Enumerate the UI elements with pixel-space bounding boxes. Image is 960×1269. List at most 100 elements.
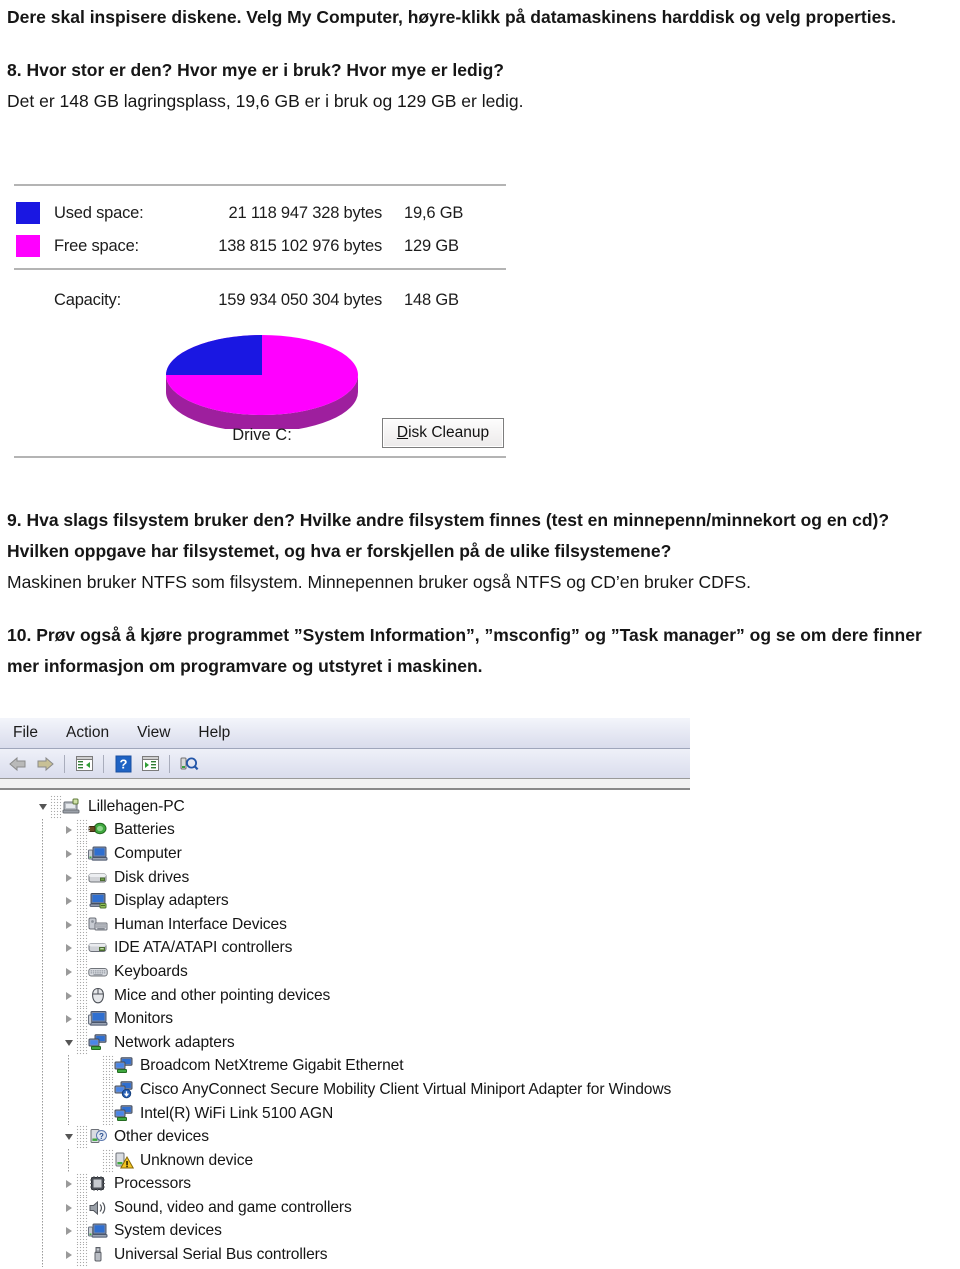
device-tree-item[interactable]: Lillehagen-PC [0, 795, 690, 819]
expand-collapse-chevron-right-icon[interactable] [62, 873, 76, 882]
device-tree-item[interactable]: Display adapters [0, 889, 690, 913]
device-manager-menubar: File Action View Help [0, 718, 690, 749]
device-tree-item[interactable]: Network adapters [0, 1030, 690, 1055]
expand-collapse-chevron-right-icon[interactable] [62, 826, 76, 835]
device-tree-item-label: Mice and other pointing devices [114, 986, 331, 1004]
device-tree-item[interactable]: Cisco AnyConnect Secure Mobility Client … [0, 1078, 690, 1102]
expand-collapse-chevron-right-icon[interactable] [62, 991, 76, 1000]
device-tree-item-label: Human Interface Devices [114, 915, 287, 933]
unknown-device-warning-icon [114, 1152, 134, 1170]
capacity-size: 148 GB [404, 290, 459, 309]
device-tree-item[interactable]: Intel(R) WiFi Link 5100 AGN [0, 1101, 690, 1126]
device-tree-item[interactable]: Unknown device [0, 1148, 690, 1173]
device-manager-window: File Action View Help ? Lillehagen-PC Ba… [0, 718, 690, 1269]
device-tree-item-label: Processors [114, 1175, 191, 1193]
device-tree-item[interactable]: IDE ATA/ATAPI controllers [0, 936, 690, 961]
device-tree[interactable]: Lillehagen-PC Batteries Computer Disk drive… [0, 790, 690, 1267]
device-tree-item[interactable]: Monitors [0, 1007, 690, 1031]
capacity-label: Capacity: [54, 290, 121, 309]
free-space-label: Free space: [54, 236, 139, 255]
expand-collapse-chevron-right-icon[interactable] [62, 967, 76, 976]
used-space-label: Used space: [54, 203, 144, 222]
disk-usage-pie-chart [162, 319, 362, 432]
device-tree-item-label: Intel(R) WiFi Link 5100 AGN [140, 1104, 334, 1122]
tree-connector-line [76, 983, 88, 1008]
device-tree-item-label: Keyboards [114, 962, 188, 980]
tree-connector-line [76, 936, 88, 961]
device-tree-item[interactable]: Human Interface Devices [0, 912, 690, 937]
tree-guide-network-adapters [68, 1054, 69, 1126]
question-9-heading: 9. Hva slags filsystem bruker den? Hvilk… [7, 510, 890, 561]
properties-icon[interactable] [138, 752, 162, 775]
panel-divider-top [14, 184, 506, 186]
forward-arrow-icon[interactable] [33, 752, 57, 775]
menu-item-help[interactable]: Help [195, 722, 233, 744]
panel-divider-middle [14, 268, 506, 270]
device-tree-item-label: Other devices [114, 1128, 209, 1146]
help-icon[interactable]: ? [111, 752, 135, 775]
mouse-icon [88, 987, 108, 1005]
device-tree-item-label: Unknown device [140, 1151, 254, 1169]
device-tree-item[interactable]: Sound, video and game controllers [0, 1196, 690, 1220]
disk-cleanup-button[interactable]: Disk Cleanup [382, 418, 504, 448]
device-tree-item-label: Disk drives [114, 868, 190, 886]
menu-item-action[interactable]: Action [63, 722, 112, 744]
expand-collapse-chevron-right-icon[interactable] [62, 1015, 76, 1024]
expand-collapse-chevron-right-icon[interactable] [62, 1251, 76, 1260]
expand-collapse-chevron-right-icon[interactable] [62, 920, 76, 929]
usb-icon [88, 1246, 108, 1264]
capacity-swatch-placeholder [16, 289, 40, 311]
expand-collapse-chevron-down-icon[interactable] [36, 803, 50, 810]
tree-connector-line [76, 912, 88, 937]
toolbar-separator-2 [103, 754, 104, 773]
question-10-heading: 10. Prøv også å kjøre programmet ”System… [7, 625, 922, 676]
disk-properties-panel: Used space: 21 118 947 328 bytes 19,6 GB… [14, 184, 506, 462]
menu-item-file[interactable]: File [10, 722, 41, 744]
document-body: Dere skal inspisere diskene. Velg My Com… [7, 2, 953, 117]
free-space-bytes: 138 815 102 976 bytes [218, 236, 382, 255]
device-tree-item[interactable]: Disk drives [0, 865, 690, 890]
expand-collapse-chevron-down-icon[interactable] [62, 1039, 76, 1046]
device-tree-item-label: System devices [114, 1222, 222, 1240]
paragraph-spacer-2 [7, 598, 953, 620]
used-space-size: 19,6 GB [404, 203, 464, 222]
tree-connector-line [50, 795, 62, 819]
computer-root-icon [62, 798, 82, 816]
tree-connector-line [76, 1196, 88, 1220]
expand-collapse-chevron-right-icon[interactable] [62, 944, 76, 953]
expand-collapse-chevron-right-icon[interactable] [62, 1227, 76, 1236]
processor-icon [88, 1175, 108, 1193]
capacity-row: Capacity: 159 934 050 304 bytes 148 GB [14, 284, 506, 316]
show-console-tree-icon[interactable] [72, 752, 96, 775]
device-tree-item[interactable]: Batteries [0, 818, 690, 843]
network-adapter-icon [114, 1057, 134, 1075]
device-tree-item[interactable]: Computer [0, 842, 690, 866]
system-device-icon [88, 1222, 108, 1240]
expand-collapse-chevron-right-icon[interactable] [62, 849, 76, 858]
tree-connector-line [102, 1054, 114, 1079]
device-tree-item[interactable]: Universal Serial Bus controllers [0, 1243, 690, 1267]
device-tree-item[interactable]: Keyboards [0, 960, 690, 984]
used-space-color-swatch [16, 202, 40, 224]
expand-collapse-chevron-right-icon[interactable] [62, 1203, 76, 1212]
expand-collapse-chevron-down-icon[interactable] [62, 1134, 76, 1141]
device-tree-item[interactable]: Broadcom NetXtreme Gigabit Ethernet [0, 1054, 690, 1079]
used-space-row: Used space: 21 118 947 328 bytes 19,6 GB [14, 197, 506, 229]
menu-item-view[interactable]: View [134, 722, 173, 744]
paragraph-intro: Dere skal inspisere diskene. Velg My Com… [7, 7, 896, 27]
document-body-lower: 9. Hva slags filsystem bruker den? Hvilk… [7, 505, 953, 682]
svg-text:?: ? [99, 1132, 104, 1141]
device-tree-item[interactable]: ? Other devices [0, 1125, 690, 1149]
expand-collapse-chevron-right-icon[interactable] [62, 897, 76, 906]
device-tree-item[interactable]: Mice and other pointing devices [0, 983, 690, 1008]
expand-collapse-chevron-right-icon[interactable] [62, 1180, 76, 1189]
tree-connector-line [76, 1172, 88, 1197]
device-tree-item-label: Lillehagen-PC [88, 797, 185, 815]
device-tree-item[interactable]: Processors [0, 1172, 690, 1197]
device-tree-item[interactable]: System devices [0, 1219, 690, 1244]
tree-guide-other-devices [68, 1149, 69, 1173]
question-8-answer: Det er 148 GB lagringsplass, 19,6 GB er … [7, 91, 524, 111]
back-arrow-icon[interactable] [6, 752, 30, 775]
scan-hardware-changes-icon[interactable] [177, 752, 201, 775]
